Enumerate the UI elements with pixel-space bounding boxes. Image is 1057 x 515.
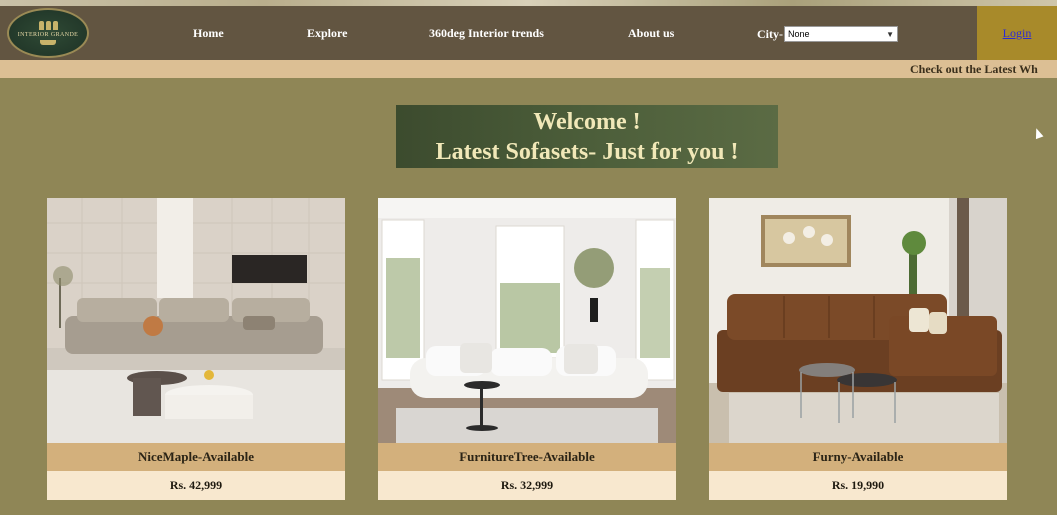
product-price: Rs. 32,999 (378, 471, 676, 500)
nav-360-interior-trends[interactable]: 360deg Interior trends (429, 26, 544, 41)
nav-about-us[interactable]: About us (628, 26, 674, 41)
product-name: FurnitureTree-Available (378, 443, 676, 471)
white-sofa-bright-room-image[interactable] (378, 198, 676, 443)
welcome-subtitle: Latest Sofasets- Just for you ! (435, 139, 739, 165)
crest-icon (37, 21, 59, 31)
product-price: Rs. 19,990 (709, 471, 1007, 500)
product-name: NiceMaple-Available (47, 443, 345, 471)
top-navbar: INTERIOR GRANDE Home Explore 360deg Inte… (0, 6, 1057, 60)
crown-icon (40, 40, 56, 45)
nav-explore[interactable]: Explore (307, 26, 347, 41)
announcement-marquee: Check out the Latest Wh (0, 60, 1057, 78)
welcome-title: Welcome ! (533, 109, 641, 135)
login-link[interactable]: Login (1003, 26, 1032, 41)
login-area: Login (977, 6, 1057, 60)
marquee-text: Check out the Latest Wh (910, 62, 1038, 76)
logo-text: INTERIOR GRANDE (17, 32, 79, 38)
grey-sofa-living-room-image[interactable] (47, 198, 345, 443)
product-price: Rs. 42,999 (47, 471, 345, 500)
brown-leather-sectional-sofa-image[interactable] (709, 198, 1007, 443)
chevron-down-icon: ▼ (886, 29, 894, 39)
nav-home[interactable]: Home (193, 26, 224, 41)
product-card[interactable]: FurnitureTree-Available Rs. 32,999 (378, 198, 676, 500)
city-label: City- (757, 26, 783, 41)
city-selector: City- None ▼ (757, 26, 898, 42)
city-selected-value: None (788, 29, 810, 39)
mouse-cursor-icon (1032, 126, 1044, 140)
city-dropdown[interactable]: None ▼ (784, 26, 898, 42)
brand-logo[interactable]: INTERIOR GRANDE (7, 8, 89, 58)
product-card[interactable]: Furny-Available Rs. 19,990 (709, 198, 1007, 500)
welcome-banner: Welcome ! Latest Sofasets- Just for you … (396, 105, 778, 168)
product-card[interactable]: NiceMaple-Available Rs. 42,999 (47, 198, 345, 500)
product-name: Furny-Available (709, 443, 1007, 471)
